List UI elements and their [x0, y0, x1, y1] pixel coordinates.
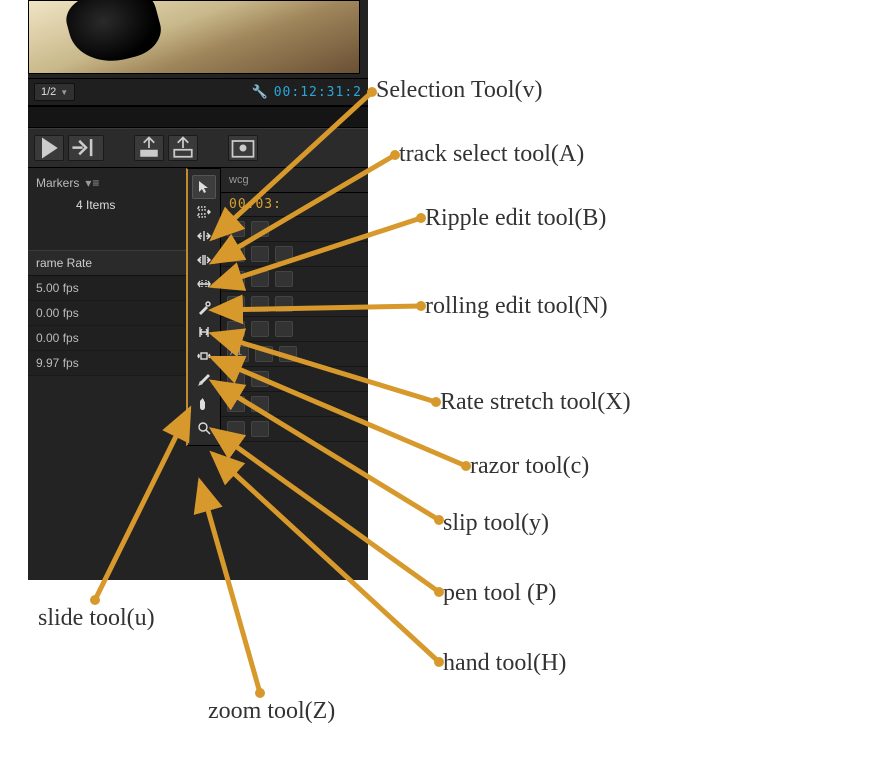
settings-wrench-icon[interactable]: 🔧 — [252, 84, 268, 100]
tools-panel — [186, 168, 221, 446]
label-ripple: Ripple edit tool(B) — [425, 205, 606, 232]
zoom-tool[interactable] — [193, 417, 215, 439]
label-track-select: track select tool(A) — [399, 141, 584, 168]
insert-button[interactable] — [68, 135, 104, 161]
label-slide: slide tool(u) — [38, 605, 155, 632]
panel-divider — [28, 106, 368, 128]
timeline-track-header[interactable] — [221, 242, 368, 267]
timeline-track-header[interactable] — [221, 217, 368, 242]
timeline-timecode: 00:03: — [221, 193, 368, 216]
project-item-count: 4 Items — [28, 194, 186, 222]
timeline-track-header[interactable] — [221, 417, 368, 442]
label-rate-stretch: Rate stretch tool(X) — [440, 389, 631, 416]
label-selection: Selection Tool(v) — [376, 77, 543, 104]
label-zoom: zoom tool(Z) — [208, 698, 335, 725]
rolling-edit-tool[interactable] — [193, 249, 215, 271]
hand-tool[interactable] — [193, 393, 215, 415]
pen-tool[interactable] — [193, 369, 215, 391]
lift-button[interactable] — [134, 135, 164, 161]
label-razor: razor tool(c) — [470, 453, 589, 480]
timeline-track-header[interactable]: A1 — [221, 342, 368, 367]
panel-menu-icon[interactable]: ▾≡ — [85, 176, 100, 190]
extract-button[interactable] — [168, 135, 198, 161]
selection-tool[interactable] — [192, 175, 216, 199]
sequence-tab[interactable]: wcg — [221, 168, 368, 193]
ripple-edit-tool[interactable] — [193, 225, 215, 247]
resolution-dropdown[interactable]: 1/2 ▼ — [34, 83, 75, 101]
premiere-app-fragment: 1/2 ▼ 🔧 00:12:31:2 Markers ▾≡ — [28, 0, 368, 580]
timeline-track-header[interactable] — [221, 392, 368, 417]
timeline-panel: wcg 00:03: A1 — [221, 168, 368, 442]
table-row[interactable]: 0.00 fps — [28, 326, 186, 351]
track-select-tool[interactable] — [193, 201, 215, 223]
transport-bar — [28, 128, 368, 168]
program-monitor-controls: 1/2 ▼ 🔧 00:12:31:2 — [28, 78, 368, 106]
label-rolling: rolling edit tool(N) — [425, 293, 608, 320]
table-row[interactable]: 5.00 fps — [28, 276, 186, 301]
slip-tool[interactable] — [193, 321, 215, 343]
resolution-value: 1/2 — [41, 86, 56, 98]
label-slip: slip tool(y) — [443, 510, 549, 537]
slide-tool[interactable] — [193, 345, 215, 367]
program-monitor-preview — [28, 0, 360, 74]
program-timecode: 00:12:31:2 — [274, 85, 362, 100]
label-pen: pen tool (P) — [443, 580, 556, 607]
rate-stretch-tool[interactable] — [193, 273, 215, 295]
timeline-track-header[interactable] — [221, 317, 368, 342]
timeline-track-headers: A1 — [221, 216, 368, 442]
export-frame-button[interactable] — [228, 135, 258, 161]
video-frame-content — [61, 0, 166, 71]
audio-track-label: A1 — [227, 346, 249, 362]
timeline-track-header[interactable] — [221, 292, 368, 317]
column-header-framerate[interactable]: rame Rate — [28, 250, 186, 276]
play-button[interactable] — [34, 135, 64, 161]
table-row[interactable]: 9.97 fps — [28, 351, 186, 376]
panel-tab-label: Markers — [36, 176, 79, 190]
timeline-track-header[interactable] — [221, 367, 368, 392]
label-hand: hand tool(H) — [443, 650, 566, 677]
table-row[interactable]: 0.00 fps — [28, 301, 186, 326]
project-panel: Markers ▾≡ 4 Items rame Rate 5.00 fps 0.… — [28, 168, 186, 376]
timeline-track-header[interactable] — [221, 267, 368, 292]
project-panel-header[interactable]: Markers ▾≡ — [28, 172, 186, 194]
razor-tool[interactable] — [193, 297, 215, 319]
chevron-down-icon: ▼ — [60, 88, 68, 97]
